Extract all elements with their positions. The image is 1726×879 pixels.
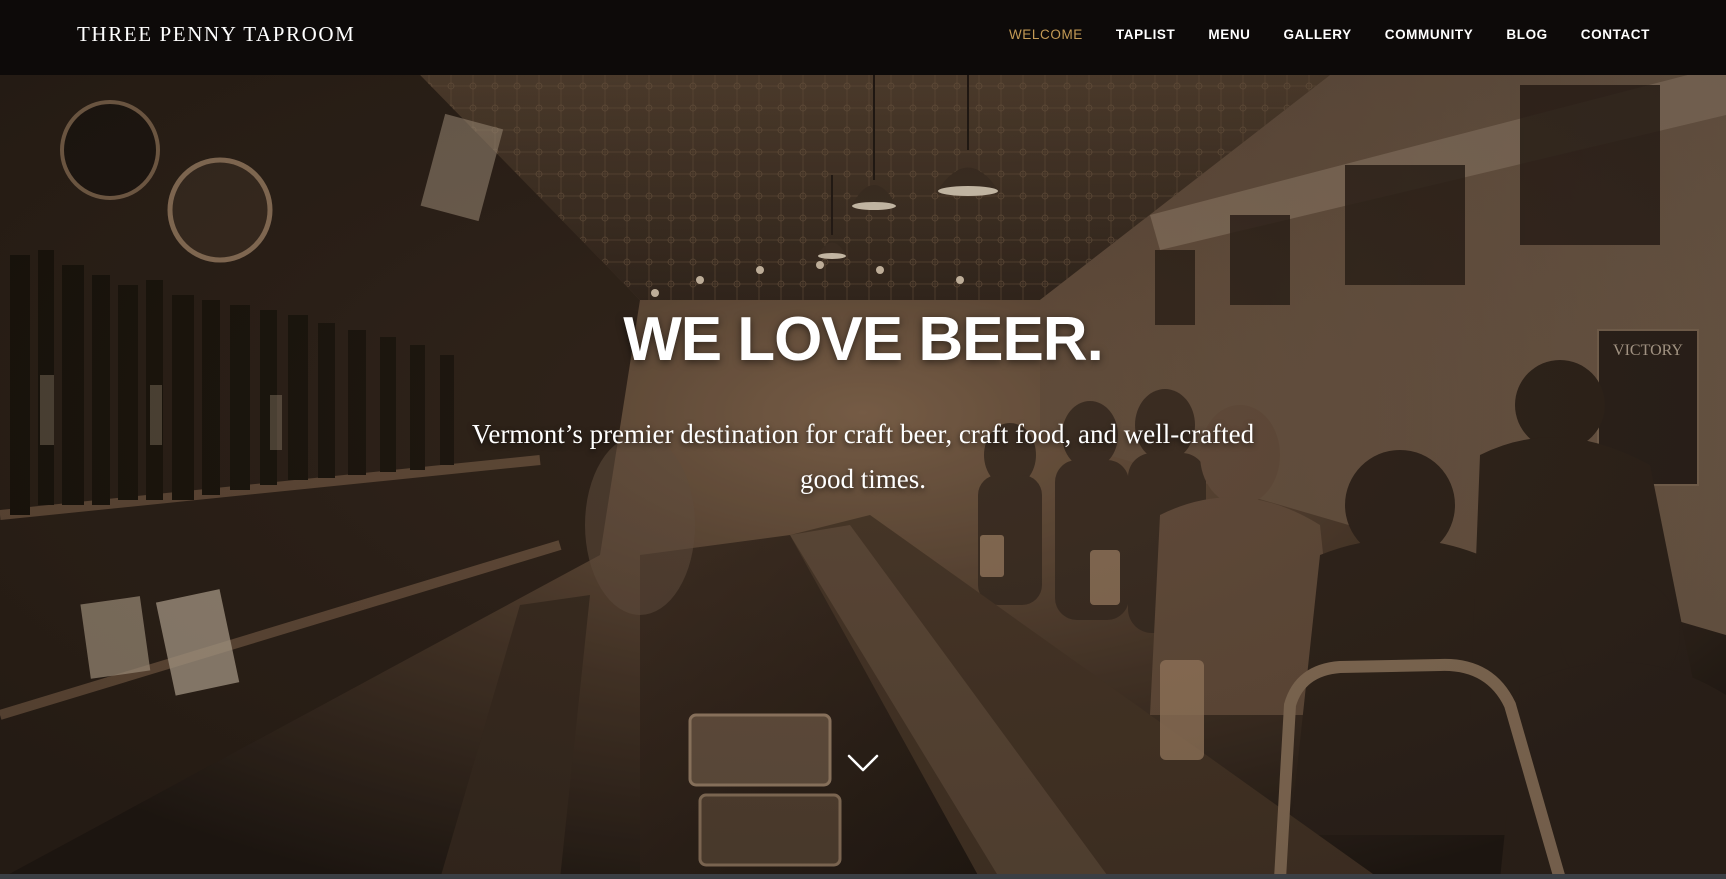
hero-headline: WE LOVE BEER. <box>623 304 1104 374</box>
nav-item-blog[interactable]: BLOG <box>1506 27 1547 42</box>
nav-item-gallery[interactable]: GALLERY <box>1284 27 1352 42</box>
top-navigation-bar: THREE PENNY TAPROOM WELCOME TAPLIST MENU… <box>0 0 1726 75</box>
nav-item-taplist[interactable]: TAPLIST <box>1116 27 1175 42</box>
site-logo[interactable]: THREE PENNY TAPROOM <box>77 22 355 47</box>
nav-item-menu[interactable]: MENU <box>1208 27 1250 42</box>
chevron-down-icon[interactable] <box>846 752 880 774</box>
main-nav: WELCOME TAPLIST MENU GALLERY COMMUNITY B… <box>976 27 1650 42</box>
nav-item-contact[interactable]: CONTACT <box>1581 27 1650 42</box>
hero-tagline: Vermont’s premier destination for craft … <box>471 419 1255 494</box>
nav-item-welcome[interactable]: WELCOME <box>1009 27 1083 42</box>
page-bottom-edge <box>0 874 1726 879</box>
nav-item-community[interactable]: COMMUNITY <box>1385 27 1474 42</box>
